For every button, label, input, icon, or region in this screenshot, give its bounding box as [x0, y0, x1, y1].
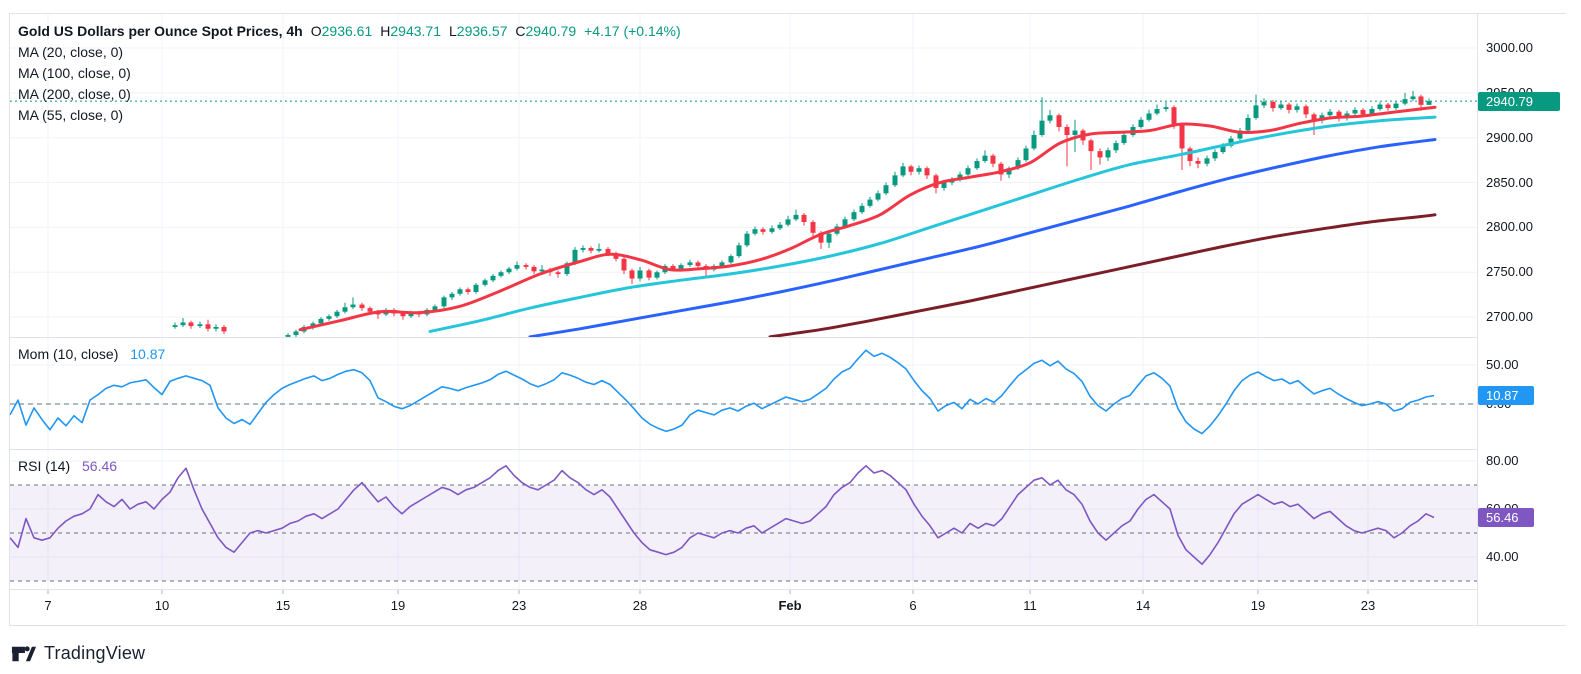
ohlc-low-label: L [449, 23, 457, 39]
symbol-title: Gold US Dollars per Ounce Spot Prices, 4… [18, 23, 303, 39]
ohlc-high-label: H [380, 23, 390, 39]
time-axis-label: 11 [1023, 598, 1037, 613]
ma20-line [300, 107, 1435, 329]
last-price-badge: 2940.79 [1478, 92, 1560, 111]
ma100-line [530, 140, 1435, 337]
ohlc-close-label: C [515, 23, 525, 39]
time-axis-label: 28 [633, 598, 647, 613]
time-axis-label: Feb [778, 598, 801, 613]
rsi-axis-label: 40.00 [1486, 549, 1519, 565]
momentum-value-badge: 10.87 [1478, 386, 1534, 405]
rsi-pane [10, 466, 1477, 581]
price-axis-label: 2850.00 [1486, 175, 1533, 191]
ma20-legend: MA (20, close, 0) [18, 42, 681, 63]
price-axis-label: 2750.00 [1486, 264, 1533, 280]
change-value: +4.17 (+0.14%) [584, 23, 681, 39]
time-axis-label: 23 [1361, 598, 1375, 613]
rsi-legend: RSI (14) 56.46 [18, 458, 117, 474]
momentum-pane [10, 350, 1477, 433]
rsi-legend-label: RSI (14) [18, 458, 70, 474]
main-legend: Gold US Dollars per Ounce Spot Prices, 4… [18, 21, 681, 126]
ohlc-open-label: O [311, 23, 322, 39]
time-axis-label: 23 [512, 598, 526, 613]
time-axis-label: 7 [44, 598, 51, 613]
ma200-line [770, 215, 1435, 337]
time-axis-label: 6 [909, 598, 916, 613]
price-axis-label: 2800.00 [1486, 219, 1533, 235]
time-axis-label: 19 [391, 598, 405, 613]
ohlc-high-value: 2943.71 [390, 23, 441, 39]
time-axis-label: 19 [1251, 598, 1265, 613]
chart-widget[interactable]: Gold US Dollars per Ounce Spot Prices, 4… [9, 13, 1566, 626]
ohlc-open-value: 2936.61 [322, 23, 373, 39]
rsi-legend-value: 56.46 [82, 458, 117, 474]
time-axis-label: 10 [155, 598, 169, 613]
candlestick-series [173, 91, 1432, 339]
tradingview-logo-text: TradingView [44, 643, 145, 664]
time-axis-label: 14 [1136, 598, 1150, 613]
price-scale[interactable]: 3000.002950.002900.002850.002800.002750.… [1477, 14, 1566, 625]
momentum-line [10, 350, 1434, 433]
price-axis-label: 2700.00 [1486, 309, 1533, 325]
ma100-legend: MA (100, close, 0) [18, 63, 681, 84]
ohlc-close-value: 2940.79 [526, 23, 577, 39]
tradingview-logo[interactable]: TradingView [10, 640, 145, 667]
tradingview-logo-icon [10, 640, 37, 667]
time-axis-label: 15 [276, 598, 290, 613]
rsi-value-badge: 56.46 [1478, 508, 1534, 527]
tradingview-chart-page: { "header": { "title": "Gold US Dollars … [0, 0, 1581, 674]
symbol-title-row: Gold US Dollars per Ounce Spot Prices, 4… [18, 21, 681, 42]
moving-average-lines [300, 107, 1435, 337]
momentum-axis-label: 50.00 [1486, 357, 1519, 373]
momentum-legend: Mom (10, close) 10.87 [18, 346, 165, 362]
ma200-legend: MA (200, close, 0) [18, 84, 681, 105]
momentum-legend-label: Mom (10, close) [18, 346, 118, 362]
ma55-line [430, 117, 1435, 331]
momentum-legend-value: 10.87 [130, 346, 165, 362]
price-axis-label: 3000.00 [1486, 40, 1533, 56]
rsi-axis-label: 80.00 [1486, 453, 1519, 469]
time-scale[interactable]: 7 10 15 19 23 28 Feb 6 11 14 19 23 [10, 590, 1477, 624]
ma55-legend: MA (55, close, 0) [18, 105, 681, 126]
ohlc-low-value: 2936.57 [457, 23, 508, 39]
price-axis-label: 2900.00 [1486, 130, 1533, 146]
